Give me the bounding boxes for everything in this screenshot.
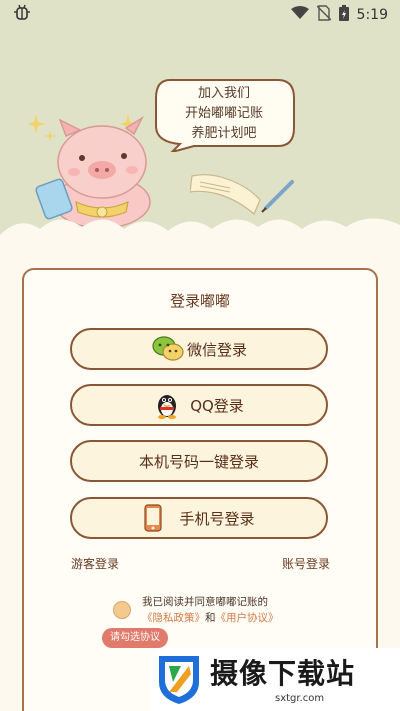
user-agreement-link[interactable]: 《用户协议》 <box>216 612 279 624</box>
wechat-login-label: 微信登录 <box>186 340 247 359</box>
agreement-line: 我已阅读并同意嘟嘟记账的 <box>142 596 268 608</box>
bubble-line: 加入我们 <box>197 86 250 101</box>
account-login-link[interactable]: 账号登录 <box>282 555 330 572</box>
phone-login-label: 手机号登录 <box>179 509 255 528</box>
status-bar: 5:19 <box>0 0 400 30</box>
phone-icon <box>143 504 171 532</box>
agreement-checkbox[interactable] <box>113 601 131 619</box>
battery-icon <box>338 5 349 25</box>
agreement-tooltip: 请勾选协议 <box>102 628 168 648</box>
agreement-and: 和 <box>205 612 216 624</box>
privacy-policy-link[interactable]: 《隐私政策》 <box>142 612 205 624</box>
wechat-icon <box>151 335 184 363</box>
no-sim-icon <box>316 5 332 25</box>
wifi-icon <box>290 6 309 24</box>
one-click-login-label: 本机号码一键登录 <box>138 452 259 471</box>
bubble-line: 开始嘟嘟记账 <box>184 106 263 121</box>
status-time: 5:19 <box>356 7 388 23</box>
qq-penguin-icon <box>154 391 182 419</box>
one-click-login-button[interactable]: 本机号码一键登录 <box>70 440 328 482</box>
agreement-text: 我已阅读并同意嘟嘟记账的 《隐私政策》和《用户协议》 <box>142 594 279 626</box>
watermark-url: sxtgr.com <box>275 693 325 704</box>
watermark-title: 摄像下载站 <box>210 657 356 690</box>
watermark-logo-icon <box>159 656 199 704</box>
qq-login-button[interactable]: QQ登录 <box>70 384 328 426</box>
qq-login-label: QQ登录 <box>190 396 244 415</box>
guest-login-link[interactable]: 游客登录 <box>71 555 119 572</box>
phone-login-button[interactable]: 手机号登录 <box>70 497 328 539</box>
bubble-line: 养肥计划吧 <box>191 126 257 141</box>
wechat-login-button[interactable]: 微信登录 <box>70 328 328 370</box>
cloud-divider <box>0 218 400 265</box>
card-title: 登录嘟嘟 <box>169 292 230 310</box>
bug-icon <box>12 3 32 27</box>
bubble-text: 加入我们 开始嘟嘟记账 养肥计划吧 <box>150 84 298 144</box>
